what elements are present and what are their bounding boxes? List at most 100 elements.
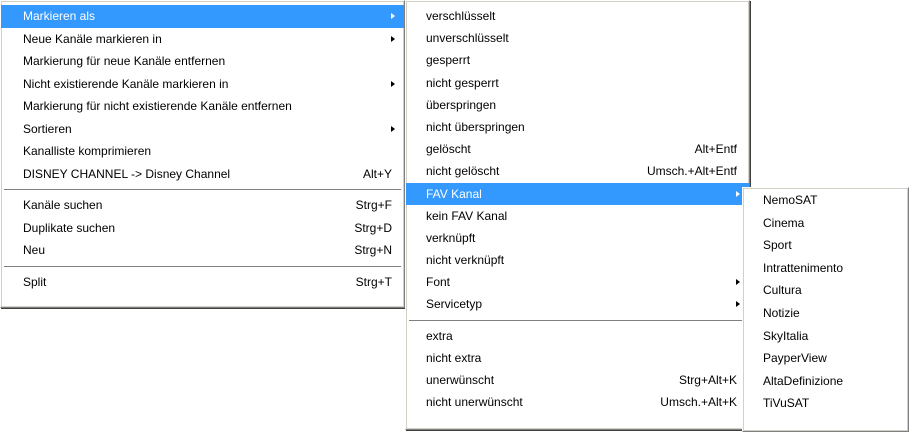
menu-item-nicht-extra[interactable]: nicht extra — [406, 347, 749, 369]
menu-item-verschluesselt[interactable]: verschlüsselt — [406, 5, 749, 27]
menu-item-shortcut: Umsch.+Alt+Entf — [646, 164, 737, 179]
menu-item-skyitalia[interactable]: SkyItalia — [743, 325, 908, 348]
menu-item-label: Sport — [763, 238, 792, 253]
menu-item-label: Duplikate suchen — [23, 220, 116, 235]
menu-item-label: Font — [426, 275, 451, 290]
menu-separator — [1, 185, 404, 194]
menu-item-shortcut: Umsch.+Alt+K — [660, 395, 737, 410]
menu-item-shortcut: Strg+Alt+K — [678, 373, 737, 387]
menu-item-nicht-verknuepft[interactable]: nicht verknüpft — [406, 249, 749, 271]
menu-item-label: FAV Kanal — [426, 186, 482, 201]
submenu-arrow-icon — [736, 301, 740, 308]
submenu-arrow-icon — [391, 35, 395, 42]
menu-item-nicht-gesperrt[interactable]: nicht gesperrt — [406, 72, 749, 94]
menu-item-label: nicht gelöscht — [426, 164, 500, 179]
menu-item-ueberspringen[interactable]: überspringen — [406, 94, 749, 116]
menu-item-label: Neue Kanäle markieren in — [23, 31, 162, 46]
menu-item-label: Markierung für neue Kanäle entfernen — [23, 54, 226, 68]
context-menu: Markieren als Neue Kanäle markieren in Mar… — [0, 0, 405, 308]
menu-item-label: Split — [23, 274, 47, 289]
menu-item-label: Notizie — [763, 305, 800, 320]
menu-item-markierung-fuer-nicht-existierende-kanaele-entfernen[interactable]: Markierung für nicht existierende Kanäle… — [1, 95, 404, 118]
menu-item-sport[interactable]: Sport — [743, 234, 908, 257]
fav-channel-submenu: NemoSAT Cinema Sport Intrattenimento Cultura… — [742, 187, 909, 432]
menu-separator — [406, 316, 749, 325]
mark-as-submenu: verschlüsselt unverschlüsselt gesperrt nich… — [405, 0, 750, 430]
submenu-arrow-icon — [736, 279, 740, 286]
menu-item-altadefinizione[interactable]: AltaDefinizione — [743, 370, 908, 393]
menu-item-geloescht[interactable]: gelöscht Alt+Entf — [406, 138, 749, 160]
menu-item-markierung-fuer-neue-kanaele-entfernen[interactable]: Markierung für neue Kanäle entfernen — [1, 50, 404, 73]
menu-item-shortcut: Strg+N — [354, 243, 392, 257]
menu-item-label: Markieren als — [23, 9, 96, 23]
menu-item-nicht-geloescht[interactable]: nicht gelöscht Umsch.+Alt+Entf — [406, 160, 749, 182]
menu-item-label: AltaDefinizione — [763, 373, 844, 388]
menu-item-label: gelöscht — [426, 142, 471, 157]
menu-item-shortcut: Strg+T — [355, 274, 392, 289]
menu-item-label: SkyItalia — [763, 328, 809, 343]
menu-item-label: gesperrt — [426, 53, 471, 68]
menu-item-label: nicht verknüpft — [426, 253, 505, 268]
menu-item-label: nicht unerwünscht — [426, 395, 523, 410]
menu-item-label: Kanäle suchen — [23, 198, 103, 212]
menu-item-unerwuenscht[interactable]: unerwünscht Strg+Alt+K — [406, 369, 749, 391]
menu-item-label: unerwünscht — [426, 373, 495, 387]
menu-item-neu[interactable]: Neu Strg+N — [1, 239, 404, 262]
menu-item-label: verschlüsselt — [426, 9, 496, 23]
menu-item-notizie[interactable]: Notizie — [743, 302, 908, 325]
menu-item-shortcut: Alt+Y — [362, 166, 392, 181]
menu-item-kanaele-suchen[interactable]: Kanäle suchen Strg+F — [1, 194, 404, 217]
menu-item-extra[interactable]: extra — [406, 325, 749, 347]
menu-separator — [1, 262, 404, 271]
submenu-arrow-icon — [391, 80, 395, 87]
menu-item-label: extra — [426, 328, 453, 343]
menu-item-unverschluesselt[interactable]: unverschlüsselt — [406, 27, 749, 49]
menu-item-label: Sortieren — [23, 121, 72, 136]
menu-item-tivusat[interactable]: TiVuSAT — [743, 392, 908, 415]
menu-item-label: NemoSAT — [763, 193, 818, 207]
menu-item-disney-channel-disney-channel[interactable]: DISNEY CHANNEL -> Disney Channel Alt+Y — [1, 163, 404, 186]
submenu-arrow-icon — [391, 13, 395, 19]
menu-item-sortieren[interactable]: Sortieren — [1, 118, 404, 141]
menu-item-kanalliste-komprimieren[interactable]: Kanalliste komprimieren — [1, 140, 404, 163]
menu-item-label: Intrattenimento — [763, 260, 844, 275]
menu-item-nicht-existierende-kanaele-markieren-in[interactable]: Nicht existierende Kanäle markieren in — [1, 73, 404, 96]
menu-item-label: nicht extra — [426, 350, 482, 365]
menu-item-cultura[interactable]: Cultura — [743, 279, 908, 302]
menu-item-verknuepft[interactable]: verknüpft — [406, 227, 749, 249]
menu-item-kein-fav-kanal[interactable]: kein FAV Kanal — [406, 205, 749, 227]
menu-item-gesperrt[interactable]: gesperrt — [406, 49, 749, 71]
menu-item-label: Nicht existierende Kanäle markieren in — [23, 76, 229, 91]
menu-item-shortcut: Alt+Entf — [694, 142, 737, 157]
menu-item-label: Neu — [23, 243, 46, 257]
menu-item-label: unverschlüsselt — [426, 31, 509, 46]
menu-item-nicht-ueberspringen[interactable]: nicht überspringen — [406, 116, 749, 138]
menu-item-label: DISNEY CHANNEL -> Disney Channel — [23, 166, 231, 181]
menu-item-duplikate-suchen[interactable]: Duplikate suchen Strg+D — [1, 217, 404, 240]
submenu-arrow-icon — [391, 125, 395, 132]
menu-item-markieren-als[interactable]: Markieren als — [1, 5, 404, 28]
menu-item-label: kein FAV Kanal — [426, 208, 508, 223]
menu-item-cinema[interactable]: Cinema — [743, 212, 908, 235]
menu-item-label: TiVuSAT — [763, 396, 810, 411]
menu-item-shortcut: Strg+F — [355, 198, 392, 212]
menu-item-label: überspringen — [426, 97, 497, 112]
menu-item-label: Cinema — [763, 215, 805, 230]
menu-item-nicht-unerwuenscht[interactable]: nicht unerwünscht Umsch.+Alt+K — [406, 391, 749, 413]
menu-item-label: verknüpft — [426, 230, 476, 245]
menu-item-label: nicht gesperrt — [426, 75, 499, 90]
submenu-arrow-icon — [736, 190, 740, 197]
menu-item-label: nicht überspringen — [426, 119, 525, 134]
menu-item-servicetyp[interactable]: Servicetyp — [406, 293, 749, 315]
menu-item-shortcut: Strg+D — [354, 220, 392, 235]
menu-item-fav-kanal[interactable]: FAV Kanal — [406, 182, 749, 205]
menu-item-label: Markierung für nicht existierende Kanäle… — [23, 99, 292, 113]
menu-item-intrattenimento[interactable]: Intrattenimento — [743, 257, 908, 280]
menu-item-split[interactable]: Split Strg+T — [1, 271, 404, 294]
menu-item-neue-kanaele-markieren-in[interactable]: Neue Kanäle markieren in — [1, 28, 404, 51]
menu-item-payperview[interactable]: PayperView — [743, 347, 908, 370]
menu-item-font[interactable]: Font — [406, 271, 749, 293]
menu-item-label: Cultura — [763, 283, 802, 298]
menu-item-label: Kanalliste komprimieren — [23, 144, 152, 158]
menu-item-nemosat[interactable]: NemoSAT — [743, 189, 908, 212]
